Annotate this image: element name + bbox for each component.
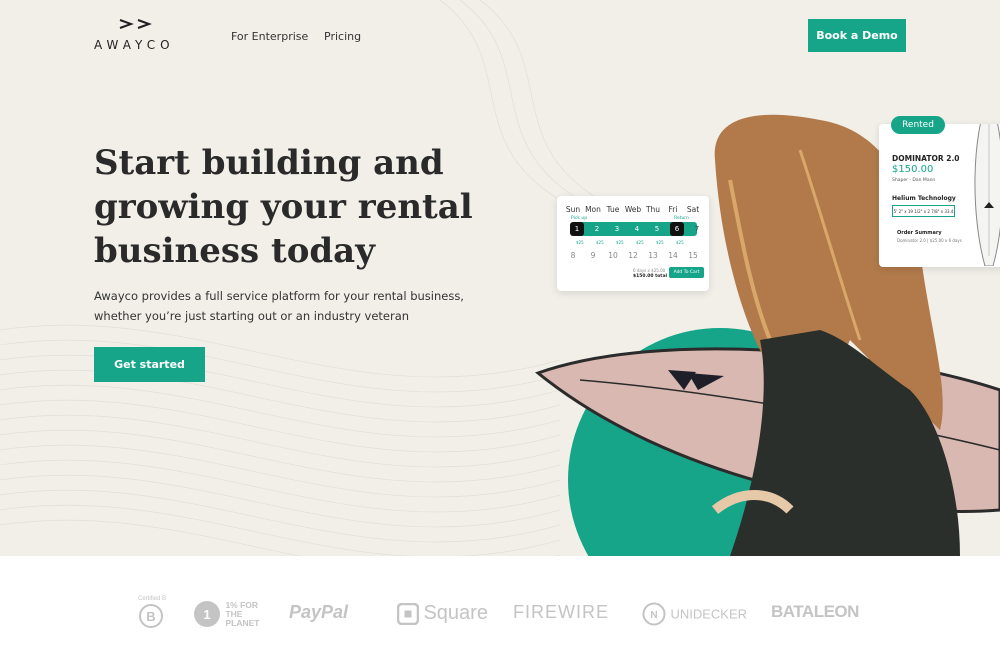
weekday: Mon	[585, 205, 601, 214]
calendar-day[interactable]: 14	[663, 251, 683, 260]
calendar-weekdays: Sun Mon Tue Web Thu Fri Sat	[563, 205, 703, 214]
hero-section: AWAYCO For Enterprise Pricing Book a Dem…	[0, 0, 1000, 556]
paypal-logo: PayPal	[289, 602, 348, 623]
weekday: Web	[624, 205, 642, 214]
order-summary-label: Order Summary	[897, 230, 942, 236]
partner-name: BATALEON	[771, 602, 859, 621]
partner-name: UNIDECKER	[670, 606, 748, 622]
calendar-day[interactable]: 5	[650, 222, 664, 236]
svg-text:B: B	[146, 609, 155, 624]
partner-name: Square	[423, 602, 488, 624]
unidecker-icon: N	[642, 602, 666, 626]
return-label: Return	[674, 216, 689, 221]
brand-name: AWAYCO	[94, 38, 175, 52]
one-percent-logo: 1 1% FOR THE PLANET	[193, 600, 263, 628]
calendar-day[interactable]: 13	[643, 251, 663, 260]
hero-headline: Start building and growing your rental b…	[94, 143, 473, 271]
total-detail: 6 days x $25.00	[633, 268, 666, 273]
booking-calendar-card: Sun Mon Tue Web Thu Fri Sat Pick up Retu…	[557, 196, 709, 291]
calendar-week-next: 8 9 10 12 13 14 15	[563, 251, 703, 260]
book-demo-button[interactable]: Book a Demo	[808, 19, 906, 52]
calendar-day[interactable]: 8	[563, 251, 583, 260]
calendar-day[interactable]: 15	[683, 251, 703, 260]
svg-text:N: N	[650, 610, 657, 621]
order-summary-line: Dominator 2.0 | $25.00 x 6 days	[897, 238, 962, 243]
nav-pricing[interactable]: Pricing	[324, 30, 361, 43]
bataleon-logo: BATALEON	[771, 602, 859, 622]
logo-arrows-icon	[119, 19, 152, 29]
one-percent-icon: 1	[194, 601, 220, 627]
nav-for-enterprise[interactable]: For Enterprise	[231, 30, 308, 43]
square-icon	[396, 602, 420, 625]
weekday: Sat	[686, 205, 700, 214]
add-to-cart-button[interactable]: Add To Cart	[669, 267, 704, 278]
partner-name: PayPal	[289, 602, 349, 622]
calendar-day-return[interactable]: 6	[670, 222, 684, 236]
rented-status-badge: Rented	[891, 116, 945, 134]
day-price: $25	[596, 240, 604, 245]
weekday: Tue	[606, 205, 620, 214]
get-started-button[interactable]: Get started	[94, 347, 205, 382]
product-technology: Helium Technology	[892, 195, 956, 202]
calendar-day[interactable]: 9	[583, 251, 603, 260]
calendar-day[interactable]: 7	[690, 222, 704, 236]
day-price: $25	[676, 240, 684, 245]
partner-name: 1% FOR THE PLANET	[225, 599, 260, 628]
day-price: $25	[576, 240, 584, 245]
day-price: $25	[636, 240, 644, 245]
square-logo: Square	[396, 602, 488, 625]
unidecker-logo: N UNIDECKER	[642, 602, 747, 626]
calendar-day[interactable]: 4	[630, 222, 644, 236]
product-price: $150.00	[892, 164, 934, 175]
awayco-logo[interactable]: AWAYCO	[94, 18, 184, 54]
partner-name: FIREWIRE	[513, 602, 609, 622]
calendar-day[interactable]: 12	[623, 251, 643, 260]
calendar-day[interactable]: 3	[610, 222, 624, 236]
weekday: Fri	[668, 205, 678, 214]
svg-text:1: 1	[203, 607, 210, 622]
b-corp-logo: Certified B B	[138, 596, 166, 635]
calendar-day[interactable]: 2	[590, 222, 604, 236]
product-title: DOMINATOR 2.0	[892, 154, 960, 163]
calendar-day-pickup[interactable]: 1	[570, 222, 584, 236]
weekday: Sun	[565, 205, 581, 214]
day-price: $25	[616, 240, 624, 245]
calendar-day[interactable]: 10	[603, 251, 623, 260]
weekday: Thu	[645, 205, 661, 214]
hero-subtext: Awayco provides a full service platform …	[94, 289, 464, 323]
rented-product-card: DOMINATOR 2.0 $150.00 Shaper - Dan Mann …	[879, 124, 1000, 267]
total-amount: $150.00 total	[633, 274, 668, 279]
product-dimensions[interactable]: 5' 2" x 19 1/2" x 2 7/8" x 33.4	[892, 205, 955, 217]
firewire-logo: FIREWIRE	[513, 602, 609, 623]
surfboard-product-icon	[974, 124, 1000, 266]
pickup-label: Pick up	[571, 216, 588, 221]
day-price: $25	[656, 240, 664, 245]
product-shaper: Shaper - Dan Mann	[892, 178, 936, 183]
calendar-week-selected: 1 2 3 4 5 6 7	[567, 222, 699, 236]
partner-logos: Certified B B 1 1% FOR THE PLANET PayPal…	[0, 556, 1000, 665]
b-corp-icon: B	[139, 604, 163, 628]
